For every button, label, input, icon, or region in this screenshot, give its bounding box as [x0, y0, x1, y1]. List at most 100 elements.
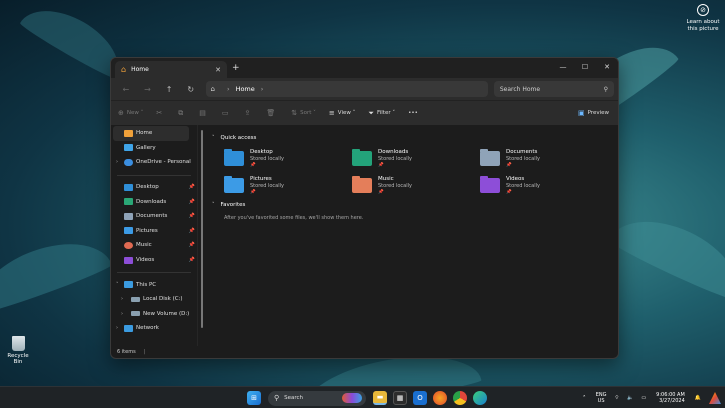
- store-taskbar-icon[interactable]: ▦: [393, 391, 407, 405]
- back-arrow-icon[interactable]: ←: [115, 85, 137, 94]
- sidebar-item-downloads[interactable]: Downloads 📌: [111, 194, 197, 209]
- refresh-icon[interactable]: ↻: [180, 85, 202, 94]
- chevron-down-icon: ˅: [138, 110, 144, 116]
- search-highlight-icon: [342, 393, 362, 403]
- recycle-bin[interactable]: Recycle Bin: [3, 336, 33, 365]
- tab-home[interactable]: ⌂ Home ✕: [115, 61, 227, 78]
- up-arrow-icon[interactable]: ↑: [158, 85, 180, 94]
- volume-icon[interactable]: 🔈: [627, 395, 633, 401]
- chevron-right-icon[interactable]: ›: [121, 311, 123, 317]
- quick-access-header[interactable]: ˅ Quick access: [212, 133, 608, 143]
- sidebar-item-pictures[interactable]: Pictures 📌: [111, 224, 197, 239]
- filter-button[interactable]: ⏷ Filter ˅: [368, 109, 395, 118]
- folder-videos[interactable]: Videos Stored locally 📌: [480, 176, 608, 196]
- sort-button[interactable]: ⇅ Sort ˅: [291, 109, 316, 117]
- rename-button[interactable]: ▭: [222, 109, 232, 117]
- item-count: 6 items: [117, 349, 136, 355]
- battery-icon[interactable]: ▭: [641, 395, 646, 401]
- new-tab-button[interactable]: +: [232, 63, 240, 73]
- folder-desktop[interactable]: Desktop Stored locally 📌: [224, 149, 352, 169]
- sidebar-item-home[interactable]: Home: [113, 126, 189, 141]
- cut-button[interactable]: ✂: [156, 109, 165, 117]
- folder-pictures[interactable]: Pictures Stored locally 📌: [224, 176, 352, 196]
- wifi-icon[interactable]: ⌔: [614, 395, 619, 401]
- pictures-icon: [124, 227, 133, 235]
- learn-about-picture[interactable]: ⊘ Learn about this picture: [685, 4, 721, 33]
- folder-music[interactable]: Music Stored locally 📌: [352, 176, 480, 196]
- sidebar-item-desktop[interactable]: Desktop 📌: [111, 180, 197, 195]
- pin-icon: 📌: [378, 163, 384, 168]
- drive-icon: [131, 311, 140, 317]
- delete-button[interactable]: 🗑: [266, 109, 278, 117]
- pc-icon: [124, 281, 133, 289]
- sidebar-item-label: Downloads: [136, 198, 167, 205]
- sidebar-item-documents[interactable]: Documents 📌: [111, 209, 197, 224]
- favorites-header[interactable]: ˅ Favorites: [212, 200, 608, 210]
- content-pane: ˅ Quick access Desktop Stored locally 📌 …: [197, 125, 618, 346]
- start-button[interactable]: ⊞: [247, 391, 261, 405]
- scissors-icon: ✂: [156, 109, 163, 117]
- chevron-down-icon[interactable]: ˅: [116, 282, 119, 288]
- taskbar-apps: ⊞ ⚲ Search ▬ ▦ O: [244, 387, 490, 408]
- sidebar-item-this-pc[interactable]: ˅ This PC: [111, 277, 197, 292]
- view-button[interactable]: ≡ View ˅: [329, 109, 355, 117]
- documents-icon: [124, 212, 133, 220]
- view-icon: ≡: [328, 109, 335, 117]
- firefox-taskbar-icon[interactable]: [433, 391, 447, 405]
- chevron-right-icon[interactable]: ›: [116, 325, 118, 331]
- sidebar-item-music[interactable]: Music 📌: [111, 238, 197, 253]
- sidebar-item-network[interactable]: › Network: [111, 321, 197, 336]
- copilot-icon[interactable]: [709, 392, 721, 404]
- sidebar-scrollbar[interactable]: [201, 130, 203, 328]
- region-label: US: [597, 398, 605, 404]
- chevron-right-icon[interactable]: ›: [261, 85, 264, 93]
- edge-taskbar-icon[interactable]: [473, 391, 487, 405]
- chrome-taskbar-icon[interactable]: [453, 391, 467, 405]
- maximize-button[interactable]: ☐: [574, 58, 596, 76]
- folder-documents[interactable]: Documents Stored locally 📌: [480, 149, 608, 169]
- language-indicator[interactable]: ENG US: [596, 392, 607, 404]
- sidebar-item-local-disk-c[interactable]: › Local Disk (C:): [111, 292, 197, 307]
- home-icon: ⌂: [121, 65, 127, 74]
- new-label: New: [126, 110, 139, 116]
- search-input[interactable]: Search Home ⚲: [493, 81, 614, 97]
- sidebar-item-label: Videos: [136, 257, 155, 264]
- chevron-right-icon[interactable]: ›: [121, 296, 123, 302]
- chevron-down-icon: ˅: [390, 110, 396, 116]
- chevron-down-icon: ˅: [311, 110, 316, 116]
- folder-status: Stored locally: [506, 156, 540, 162]
- sidebar-item-label: Local Disk (C:): [143, 296, 183, 303]
- sidebar-item-new-volume-d[interactable]: › New Volume (D:): [111, 307, 197, 322]
- copy-button[interactable]: ⧉: [178, 109, 186, 118]
- sidebar-item-onedrive[interactable]: › OneDrive - Personal: [111, 155, 197, 170]
- chevron-up-icon[interactable]: ˄: [583, 395, 586, 402]
- drive-icon: [131, 296, 140, 302]
- breadcrumb-home[interactable]: Home: [236, 85, 255, 93]
- address-bar-row: ← → ↑ ↻ ⌂ › Home › Search Home ⚲: [111, 78, 618, 100]
- preview-button[interactable]: ▣ Preview: [578, 109, 609, 117]
- share-button[interactable]: ⇪: [245, 109, 254, 117]
- forward-arrow-icon[interactable]: →: [137, 85, 159, 94]
- quick-access-grid: Desktop Stored locally 📌 Downloads Store…: [224, 149, 608, 196]
- preview-pane-icon: ▣: [577, 109, 585, 117]
- sidebar-item-label: Home: [136, 130, 153, 137]
- chevron-right-icon[interactable]: ›: [116, 159, 118, 165]
- sidebar-item-videos[interactable]: Videos 📌: [111, 253, 197, 268]
- outlook-taskbar-icon[interactable]: O: [413, 391, 427, 405]
- close-button[interactable]: ✕: [596, 58, 618, 76]
- clock[interactable]: 9:06:00 AM 3/27/2024: [656, 392, 685, 405]
- folder-downloads[interactable]: Downloads Stored locally 📌: [352, 149, 480, 169]
- sidebar-item-gallery[interactable]: Gallery: [111, 141, 197, 156]
- quick-access-title: Quick access: [220, 135, 257, 141]
- notification-bell-icon[interactable]: 🔔: [695, 395, 701, 401]
- minimize-button[interactable]: —: [552, 58, 574, 76]
- close-tab-icon[interactable]: ✕: [215, 66, 221, 74]
- address-bar[interactable]: ⌂ › Home ›: [205, 81, 488, 97]
- folder-name: Pictures: [250, 176, 272, 182]
- network-icon: [124, 324, 133, 332]
- more-options-button[interactable]: •••: [408, 110, 418, 116]
- paste-button[interactable]: ▤: [199, 109, 209, 117]
- taskbar-search[interactable]: ⚲ Search: [268, 390, 366, 406]
- file-explorer-taskbar-icon[interactable]: ▬: [373, 391, 387, 405]
- new-button[interactable]: ⊕ New ˅: [118, 109, 143, 117]
